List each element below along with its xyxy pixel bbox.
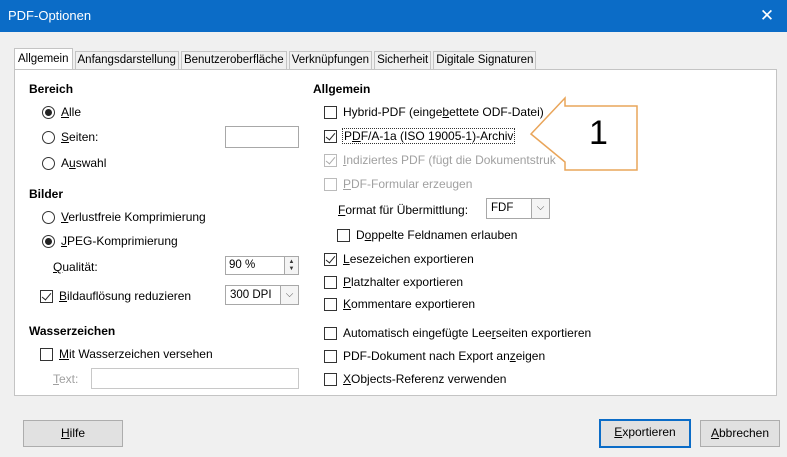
checkbox-kommentare-box[interactable] — [324, 297, 337, 311]
hybrid-label: Hybrid-PDF (eingebettete ODF-Datei) — [343, 105, 544, 119]
callout-annotation: 1 — [529, 96, 641, 177]
bereich-heading: Bereich — [29, 82, 74, 96]
checkbox-leerseiten-box[interactable] — [324, 326, 337, 340]
callout-number: 1 — [589, 114, 608, 152]
anzeigen-label: PDF-Dokument nach Export anzeigen — [343, 349, 546, 363]
wasserzeichen-heading: Wasserzeichen — [29, 324, 116, 338]
radio-alle-label: Alle — [61, 105, 82, 119]
spin-arrows-icon[interactable]: ▲ ▼ — [284, 257, 298, 274]
tab-anfangsdarstellung[interactable]: Anfangsdarstellung — [74, 51, 179, 70]
tab-benutzeroberflaeche[interactable]: Benutzeroberfläche — [180, 51, 287, 70]
tab-verknuepfungen[interactable]: Verknüpfungen — [288, 51, 373, 70]
radio-auswahl-label: Auswahl — [61, 156, 107, 170]
text-label: Text: — [53, 372, 79, 386]
hilfe-button[interactable]: Hilfe — [23, 420, 123, 447]
seiten-input[interactable] — [225, 126, 299, 148]
radio-button-jpeg[interactable] — [42, 234, 55, 248]
format-value: FDF — [491, 202, 514, 214]
title-bar: PDF-Optionen ✕ — [0, 0, 787, 32]
wasserzeichen-label: Mit Wasserzeichen versehen — [59, 347, 213, 361]
options-panel: Bereich Alle Seiten: Auswahl Bilder Verl… — [14, 69, 777, 396]
radio-verlustfrei[interactable]: Verlustfreie Komprimierung — [42, 210, 206, 224]
chevron-down-icon[interactable]: ⌵ — [280, 286, 298, 304]
tab-sicherheit[interactable]: Sicherheit — [374, 51, 432, 70]
radio-button-alle[interactable] — [42, 105, 55, 119]
indiziert-label: Indiziertes PDF (fügt die Dokumentstruk — [343, 153, 556, 167]
radio-jpeg-label: JPEG-Komprimierung — [61, 234, 178, 248]
xobjects-label: XObjects-Referenz verwenden — [343, 372, 507, 386]
allgemein-heading: Allgemein — [313, 82, 371, 96]
bildaufloesung-label: Bildauflösung reduzieren — [59, 289, 192, 303]
lesezeichen-label: Lesezeichen exportieren — [343, 252, 474, 266]
checkbox-xobjects[interactable]: XObjects-Referenz verwenden — [324, 372, 506, 386]
checkbox-bildaufloesung-box[interactable] — [40, 289, 53, 303]
checkbox-doppelte-box[interactable] — [337, 228, 350, 242]
leerseiten-label: Automatisch eingefügte Leerseiten export… — [343, 326, 592, 340]
checkbox-platzhalter-box[interactable] — [324, 275, 337, 289]
radio-button-verlustfrei[interactable] — [42, 210, 55, 224]
format-label: Format für Übermittlung: — [338, 203, 469, 217]
close-icon[interactable]: ✕ — [747, 0, 787, 32]
dpi-value: 300 DPI — [230, 289, 272, 301]
radio-seiten[interactable]: Seiten: — [42, 130, 98, 144]
checkbox-leerseiten[interactable]: Automatisch eingefügte Leerseiten export… — [324, 326, 591, 340]
checkbox-lesezeichen-box[interactable] — [324, 252, 337, 266]
checkbox-indiziert: Indiziertes PDF (fügt die Dokumentstruk — [324, 153, 556, 167]
format-select[interactable]: FDF ⌵ — [486, 198, 550, 219]
doppelte-label: Doppelte Feldnamen erlauben — [356, 228, 518, 242]
checkbox-xobjects-box[interactable] — [324, 372, 337, 386]
chevron-down-icon[interactable]: ⌵ — [531, 199, 549, 218]
checkbox-hybrid[interactable]: Hybrid-PDF (eingebettete ODF-Datei) — [324, 105, 544, 119]
checkbox-doppelte[interactable]: Doppelte Feldnamen erlauben — [337, 228, 517, 242]
qualitaet-spinbox[interactable]: 90 % ▲ ▼ — [225, 256, 299, 275]
formular-label: PDF-Formular erzeugen — [343, 177, 473, 191]
radio-button-auswahl[interactable] — [42, 156, 55, 170]
radio-auswahl[interactable]: Auswahl — [42, 156, 106, 170]
qualitaet-value: 90 % — [229, 259, 256, 271]
checkbox-pdfa[interactable]: PDF/A-1a (ISO 19005-1)-Archiv — [324, 128, 516, 144]
radio-button-seiten[interactable] — [42, 130, 55, 144]
exportieren-button[interactable]: Exportieren — [599, 419, 691, 448]
qualitaet-label: Qualität: — [53, 260, 98, 274]
checkbox-anzeigen-box[interactable] — [324, 349, 337, 363]
checkbox-indiziert-box — [324, 153, 337, 167]
bilder-heading: Bilder — [29, 187, 64, 201]
kommentare-label: Kommentare exportieren — [343, 297, 476, 311]
pdfa-label: PDF/A-1a (ISO 19005-1)-Archiv — [341, 128, 516, 144]
radio-seiten-label: Seiten: — [61, 130, 99, 144]
radio-jpeg[interactable]: JPEG-Komprimierung — [42, 234, 178, 248]
tab-bar: Allgemein Anfangsdarstellung Benutzerobe… — [14, 48, 538, 70]
checkbox-kommentare[interactable]: Kommentare exportieren — [324, 297, 475, 311]
window-title: PDF-Optionen — [8, 8, 92, 23]
radio-alle[interactable]: Alle — [42, 105, 81, 119]
checkbox-hybrid-box[interactable] — [324, 105, 337, 119]
radio-verlustfrei-label: Verlustfreie Komprimierung — [61, 210, 206, 224]
checkbox-lesezeichen[interactable]: Lesezeichen exportieren — [324, 252, 474, 266]
checkbox-wasserzeichen-box[interactable] — [40, 347, 53, 361]
checkbox-bildaufloesung[interactable]: Bildauflösung reduzieren — [40, 289, 191, 303]
abbrechen-button[interactable]: Abbrechen — [700, 420, 780, 447]
checkbox-wasserzeichen[interactable]: Mit Wasserzeichen versehen — [40, 347, 213, 361]
checkbox-platzhalter[interactable]: Platzhalter exportieren — [324, 275, 463, 289]
checkbox-formular: PDF-Formular erzeugen — [324, 177, 472, 191]
checkbox-formular-box — [324, 177, 337, 191]
wasserzeichen-text-input[interactable] — [91, 368, 299, 389]
callout-arrow-shape — [529, 96, 638, 171]
dpi-select[interactable]: 300 DPI ⌵ — [225, 285, 299, 305]
platzhalter-label: Platzhalter exportieren — [343, 275, 464, 289]
tab-digitale-signaturen[interactable]: Digitale Signaturen — [433, 51, 537, 70]
checkbox-pdfa-box[interactable] — [324, 129, 337, 143]
tab-allgemein[interactable]: Allgemein — [14, 48, 73, 70]
checkbox-anzeigen[interactable]: PDF-Dokument nach Export anzeigen — [324, 349, 545, 363]
